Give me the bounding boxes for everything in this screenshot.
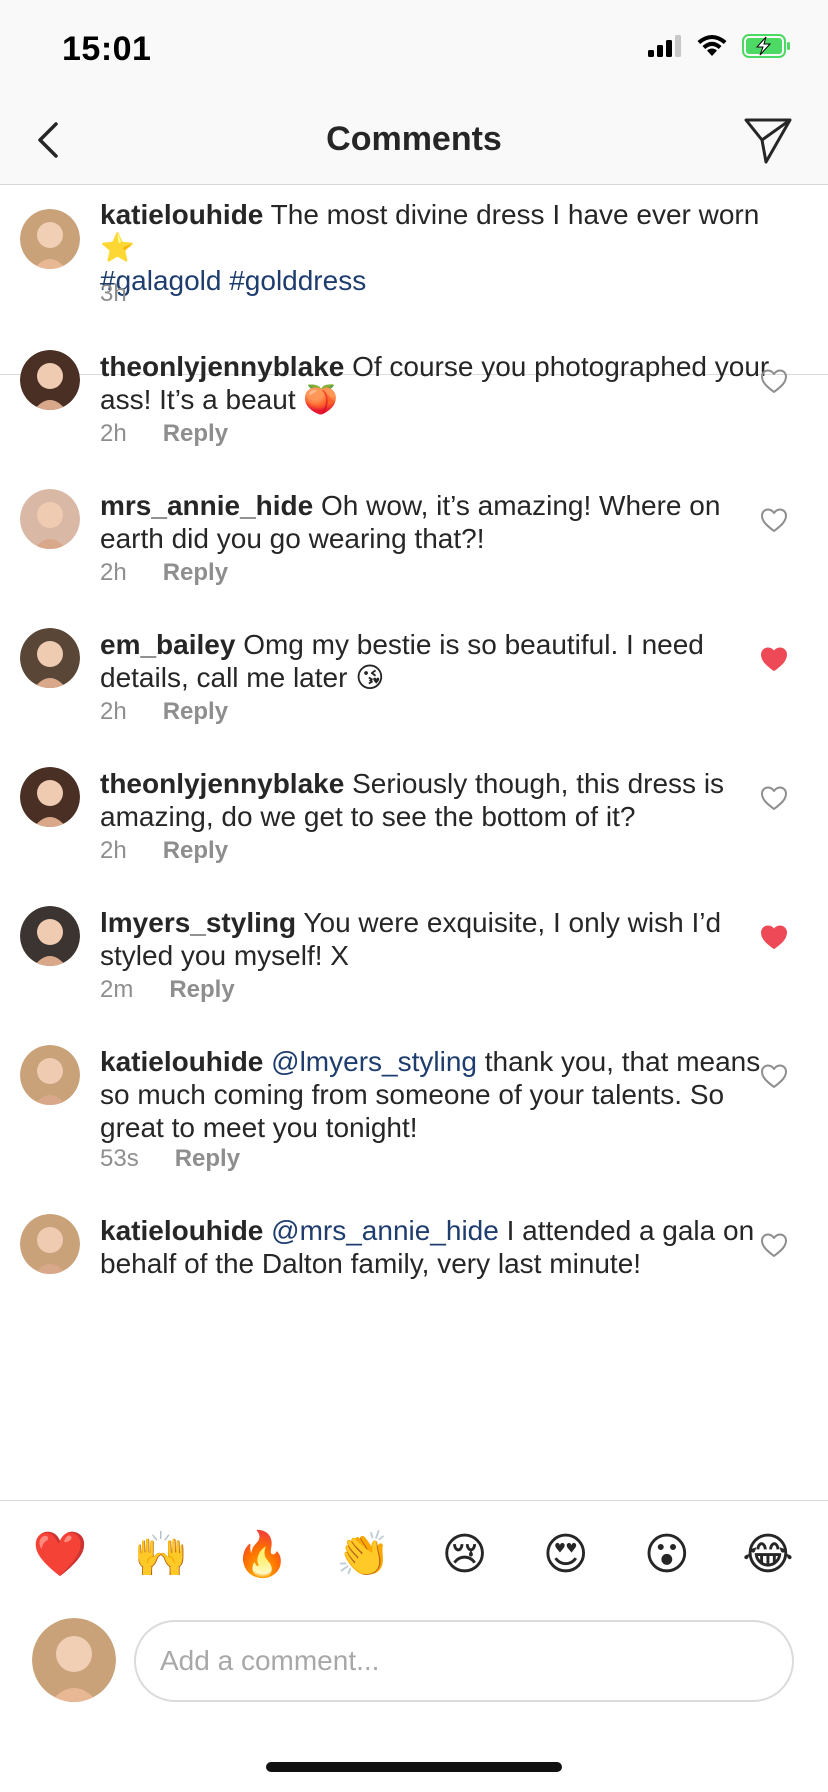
avatar[interactable]: [20, 767, 80, 827]
post-caption: katielouhide The most divine dress I hav…: [0, 185, 828, 375]
comment-username[interactable]: theonlyjennyblake: [100, 768, 344, 799]
avatar-image: [20, 489, 80, 549]
comment-text: katielouhide @mrs_annie_hide I attended …: [100, 1214, 770, 1280]
caption-hashtags[interactable]: #galagold #golddress: [100, 265, 366, 296]
status-time: 15:01: [62, 30, 152, 68]
status-bar: 15:01: [0, 0, 828, 100]
comment-mention[interactable]: @lmyers_styling: [271, 1046, 477, 1077]
avatar-image: [20, 209, 80, 269]
emoji-raising-hands[interactable]: 🙌: [131, 1530, 191, 1580]
comment-text: katielouhide @lmyers_styling thank you, …: [100, 1045, 770, 1144]
avatar-image: [20, 1214, 80, 1274]
avatar-image: [20, 767, 80, 827]
emoji-fire[interactable]: 🔥: [232, 1530, 292, 1580]
avatar[interactable]: [20, 906, 80, 966]
current-user-avatar: [32, 1618, 116, 1702]
avatar[interactable]: [20, 1045, 80, 1105]
send-direct-icon[interactable]: [742, 114, 794, 166]
caption-body: The most divine dress I have ever worn: [270, 199, 760, 230]
comment-meta: 53s Reply: [100, 1145, 240, 1173]
status-icons: [648, 34, 792, 58]
comment-username[interactable]: em_bailey: [100, 629, 235, 660]
reply-button[interactable]: Reply: [163, 420, 228, 447]
star-emoji: ⭐: [100, 232, 135, 263]
comment-text: theonlyjennyblake Of course you photogra…: [100, 350, 770, 416]
page-title: Comments: [326, 120, 502, 158]
comment-timestamp: 53s: [100, 1145, 139, 1172]
comment-meta: 2m Reply: [100, 976, 235, 1004]
emoji-quick-bar: ❤️ 🙌 🔥 👏 😢 😍 😮 😂: [0, 1500, 828, 1608]
heart-filled-icon[interactable]: [760, 924, 788, 950]
avatar[interactable]: [20, 209, 80, 269]
caption-username[interactable]: katielouhide: [100, 199, 263, 230]
comment-meta: 2h Reply: [100, 420, 228, 448]
heart-outline-icon[interactable]: [760, 1063, 788, 1089]
comments-header: Comments: [0, 100, 828, 185]
comment-meta: 2h Reply: [100, 837, 228, 865]
comment-timestamp: 2m: [100, 976, 134, 1003]
comment-text: theonlyjennyblake Seriously though, this…: [100, 767, 770, 833]
caption-timestamp: 3h: [100, 280, 127, 307]
heart-outline-icon[interactable]: [760, 785, 788, 811]
emoji-heart-eyes[interactable]: 😍: [536, 1530, 596, 1580]
emoji-surprised-face[interactable]: 😮: [637, 1530, 697, 1580]
wifi-icon: [697, 35, 727, 56]
comment-timestamp: 2h: [100, 420, 127, 447]
comment-text: mrs_annie_hide Oh wow, it’s amazing! Whe…: [100, 489, 770, 555]
avatar-image: [20, 350, 80, 410]
comment-timestamp: 2h: [100, 837, 127, 864]
comment-meta: 2h Reply: [100, 559, 228, 587]
emoji-crying-face[interactable]: 😢: [435, 1530, 495, 1580]
heart-outline-icon[interactable]: [760, 368, 788, 394]
comment-text: lmyers_styling You were exquisite, I onl…: [100, 906, 770, 972]
comment-mention[interactable]: @mrs_annie_hide: [271, 1215, 499, 1246]
avatar[interactable]: [20, 489, 80, 549]
heart-outline-icon[interactable]: [760, 1232, 788, 1258]
comment-username[interactable]: lmyers_styling: [100, 907, 296, 938]
avatar-image: [20, 1045, 80, 1105]
comment-text: em_bailey Omg my bestie is so beautiful.…: [100, 628, 770, 694]
comment-meta: 2h Reply: [100, 698, 228, 726]
cellular-signal-icon: [648, 35, 681, 57]
comment-username[interactable]: theonlyjennyblake: [100, 351, 344, 382]
avatar-image: [32, 1618, 116, 1702]
heart-outline-icon[interactable]: [760, 507, 788, 533]
battery-charging-icon: [742, 34, 790, 58]
avatar-image: [20, 628, 80, 688]
comment-timestamp: 2h: [100, 559, 127, 586]
comment-timestamp: 2h: [100, 698, 127, 725]
comment-username[interactable]: mrs_annie_hide: [100, 490, 313, 521]
reply-button[interactable]: Reply: [163, 837, 228, 864]
reply-button[interactable]: Reply: [163, 559, 228, 586]
reply-button[interactable]: Reply: [169, 976, 234, 1003]
comment-username[interactable]: katielouhide: [100, 1046, 263, 1077]
heart-filled-icon[interactable]: [760, 646, 788, 672]
add-comment-input[interactable]: [134, 1620, 794, 1702]
emoji-tears-of-joy[interactable]: 😂: [738, 1530, 798, 1580]
home-indicator: [266, 1762, 562, 1772]
emoji-clapping-hands[interactable]: 👏: [333, 1530, 393, 1580]
emoji-red-heart[interactable]: ❤️: [30, 1530, 90, 1580]
avatar-image: [20, 906, 80, 966]
avatar[interactable]: [20, 350, 80, 410]
avatar[interactable]: [20, 1214, 80, 1274]
reply-button[interactable]: Reply: [163, 698, 228, 725]
caption-text: katielouhide The most divine dress I hav…: [100, 198, 770, 297]
comment-username[interactable]: katielouhide: [100, 1215, 263, 1246]
reply-button[interactable]: Reply: [175, 1145, 240, 1172]
avatar[interactable]: [20, 628, 80, 688]
